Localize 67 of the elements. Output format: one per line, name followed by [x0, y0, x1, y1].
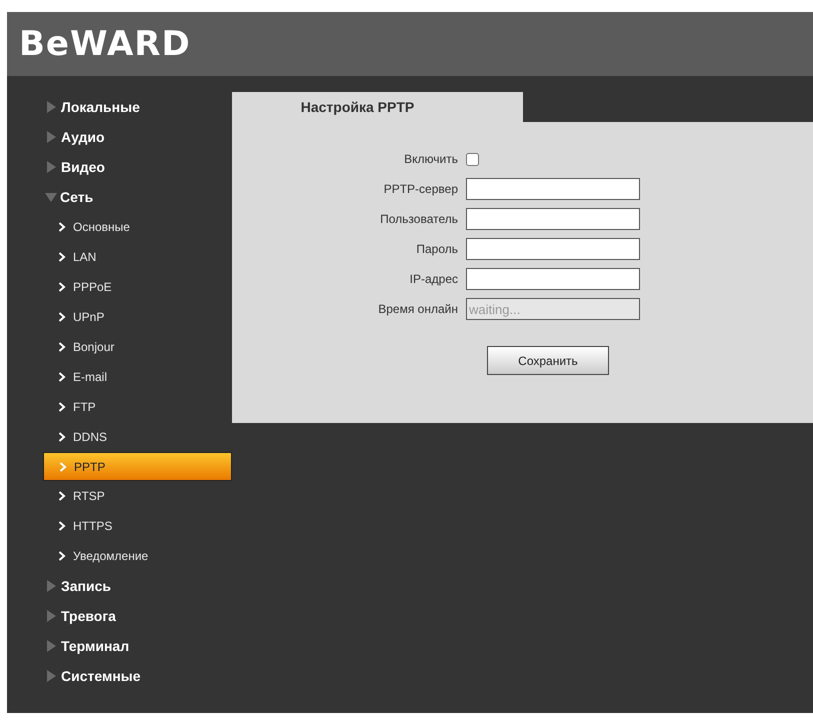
settings-tab[interactable]: Настройка PPTP: [232, 92, 523, 122]
menu-item[interactable]: Сеть: [43, 182, 232, 212]
menu-label: Терминал: [61, 638, 130, 654]
submenu-label: PPPoE: [73, 280, 112, 294]
submenu-item[interactable]: UPnP: [43, 302, 232, 332]
submenu-item[interactable]: PPPoE: [43, 272, 232, 302]
field-label: Включить: [403, 152, 458, 166]
submenu-item[interactable]: PPTP: [43, 452, 232, 481]
chevron-icon: [58, 312, 66, 322]
submenu-label: DDNS: [73, 430, 108, 444]
field-label: Пользователь: [379, 212, 458, 226]
menu-label: Системные: [61, 668, 141, 684]
chevron-icon: [58, 342, 66, 352]
menu-item[interactable]: Запись: [43, 571, 232, 601]
submenu-label: HTTPS: [73, 519, 112, 533]
chevron-icon: [58, 222, 66, 232]
chevron-icon: [58, 521, 66, 531]
submenu-label: Уведомление: [73, 549, 148, 563]
input-field[interactable]: [466, 268, 640, 290]
submenu-item[interactable]: DDNS: [43, 422, 232, 452]
menu-label: Тревога: [61, 608, 116, 624]
input-field[interactable]: [466, 238, 640, 260]
submenu-item[interactable]: E-mail: [43, 362, 232, 392]
chevron-icon: [58, 551, 66, 561]
chevron-icon: [58, 372, 66, 382]
chevron-icon: [58, 432, 66, 442]
field-label: PPTP-сервер: [382, 182, 458, 196]
submenu-item[interactable]: HTTPS: [43, 511, 232, 541]
menu-label: Локальные: [61, 99, 140, 115]
submenu-label: Основные: [73, 220, 130, 234]
chevron-icon: [58, 491, 66, 501]
submenu-item[interactable]: Уведомление: [43, 541, 232, 571]
submenu-label: RTSP: [73, 489, 105, 503]
submenu-label: PPTP: [74, 460, 106, 474]
submenu-item[interactable]: Bonjour: [43, 332, 232, 362]
logo: BeWARD: [19, 24, 191, 64]
enable-checkbox[interactable]: [466, 152, 479, 166]
submenu-label: E-mail: [73, 370, 108, 384]
submenu-label: Bonjour: [73, 340, 114, 354]
input-field[interactable]: [466, 178, 640, 200]
menu-item[interactable]: Системные: [43, 661, 232, 691]
submenu-item[interactable]: Основные: [43, 212, 232, 242]
menu-item[interactable]: Тревога: [43, 601, 232, 631]
save-button[interactable]: Сохранить: [487, 346, 609, 375]
field-label: Пароль: [415, 242, 458, 256]
menu-label: Аудио: [61, 129, 105, 145]
field-label: Время онлайн: [377, 302, 458, 316]
submenu-label: UPnP: [73, 310, 104, 324]
submenu-item[interactable]: RTSP: [43, 481, 232, 511]
menu-item[interactable]: Аудио: [43, 122, 232, 152]
chevron-icon: [58, 252, 66, 262]
field-label: IP-адрес: [408, 272, 458, 286]
submenu-label: LAN: [73, 250, 96, 264]
chevron-icon: [58, 402, 66, 412]
chevron-icon: [58, 282, 66, 292]
menu-label: Сеть: [60, 189, 94, 205]
chevron-icon: [59, 462, 67, 472]
menu-item[interactable]: Видео: [43, 152, 232, 182]
submenu-label: FTP: [73, 400, 96, 414]
input-field[interactable]: [466, 208, 640, 230]
menu-label: Запись: [61, 578, 112, 594]
menu-label: Видео: [61, 159, 105, 175]
submenu-item[interactable]: LAN: [43, 242, 232, 272]
menu-item[interactable]: Терминал: [43, 631, 232, 661]
input-field: waiting...: [466, 298, 640, 320]
menu-item[interactable]: Локальные: [43, 92, 232, 122]
submenu-item[interactable]: FTP: [43, 392, 232, 422]
